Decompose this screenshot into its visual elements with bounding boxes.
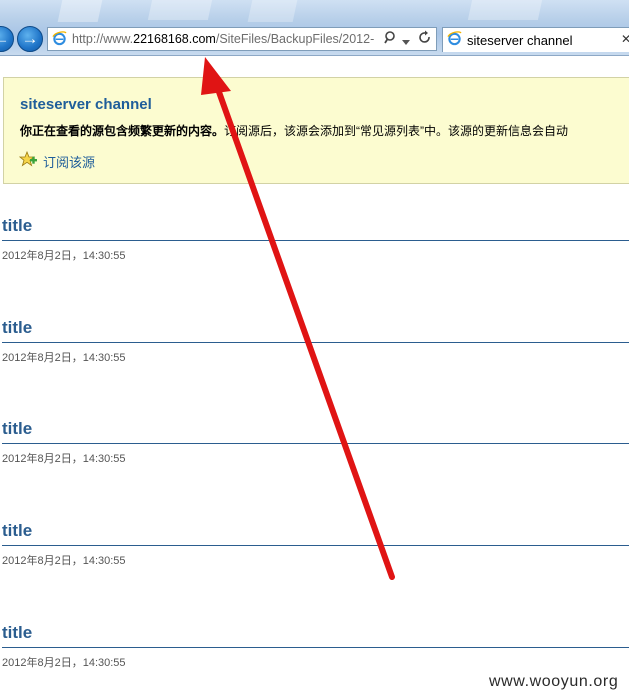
arrow-head [201,57,231,95]
red-arrow-pointer [201,57,395,580]
arrow-shaft [211,75,395,580]
watermark: www.wooyun.org [489,673,619,690]
